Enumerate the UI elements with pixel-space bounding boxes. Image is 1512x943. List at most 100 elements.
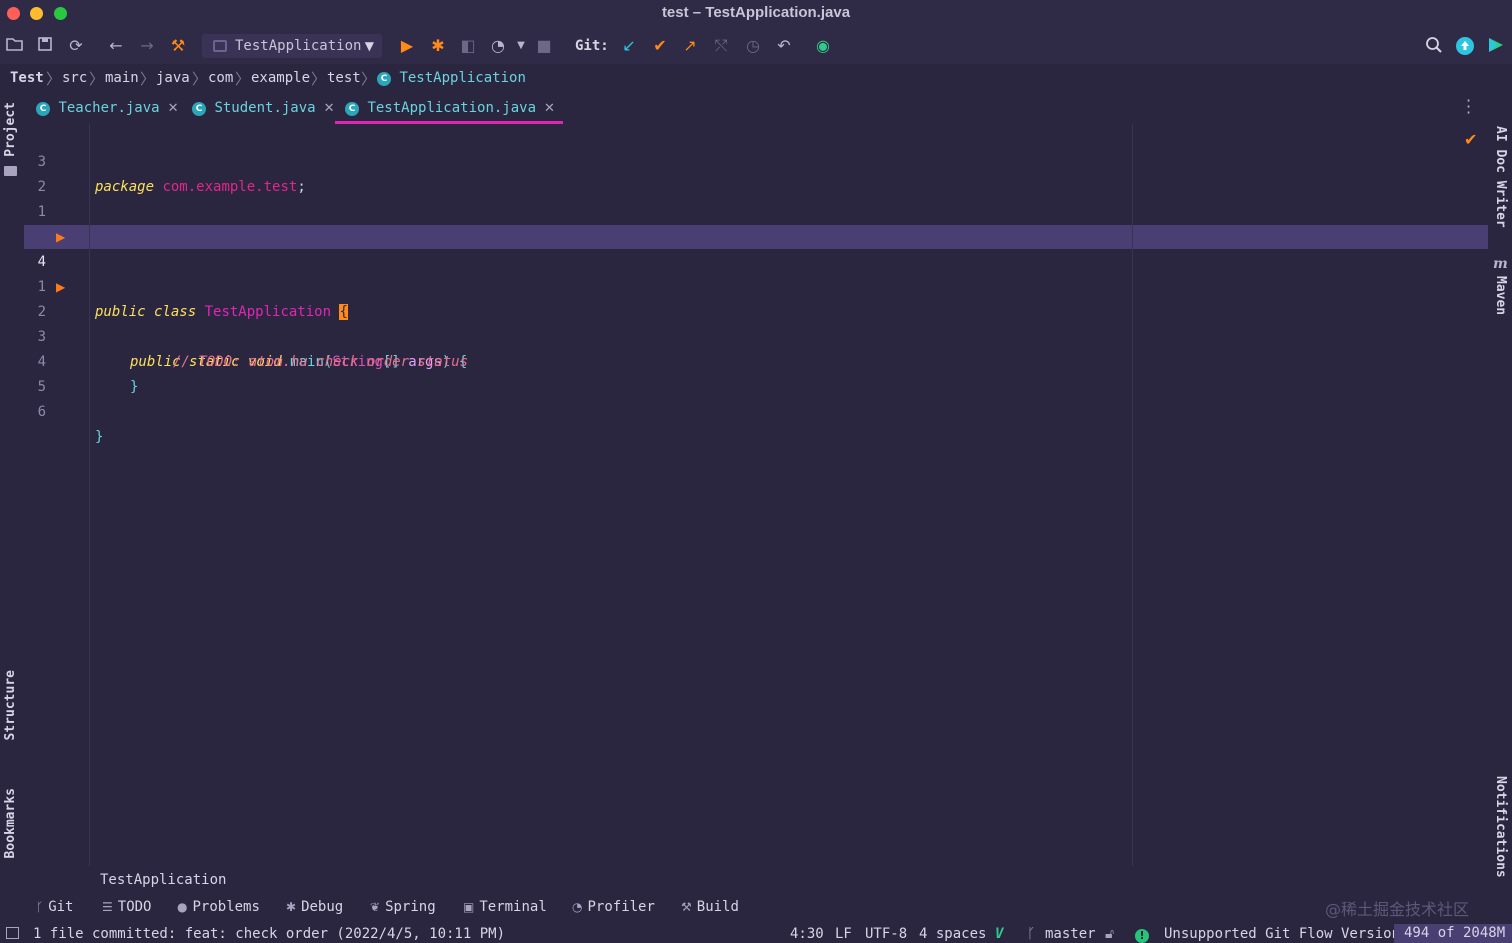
tool-todo[interactable]: ☰ TODO <box>102 899 151 915</box>
more-options-icon[interactable]: · · · <box>1466 93 1471 121</box>
git-commit-icon[interactable]: ✔ <box>650 36 670 56</box>
tab-label: Teacher.java <box>58 100 160 116</box>
breadcrumb-item[interactable]: main <box>105 70 139 86</box>
notifications-panel-button[interactable]: Notifications <box>1493 776 1508 878</box>
breadcrumb: Test 〉 src 〉 main 〉 java 〉 com 〉 example… <box>0 64 1512 92</box>
plugin-icon[interactable]: ◉ <box>813 36 833 56</box>
git-branch[interactable]: master <box>1045 926 1096 942</box>
breadcrumb-item[interactable]: src <box>62 70 87 86</box>
info-icon[interactable]: ! <box>1135 927 1149 943</box>
file-encoding[interactable]: UTF-8 <box>865 926 907 942</box>
code-editor[interactable]: 3 package com.example.test; 2 1 4 ▶ publ… <box>24 124 1488 866</box>
structure-panel-button[interactable]: Structure <box>3 670 18 740</box>
upgrade-icon[interactable] <box>1455 36 1475 56</box>
indent-setting[interactable]: 4 spaces <box>919 926 986 942</box>
tool-label: Problems <box>192 899 260 915</box>
inspection-ok-icon[interactable]: ✔ <box>1464 130 1477 149</box>
line-number: 6 <box>37 404 46 420</box>
close-icon[interactable]: ✕ <box>324 101 335 116</box>
close-icon[interactable]: ✕ <box>544 101 555 116</box>
code-line: 6 } <box>24 375 1488 445</box>
class-icon: C <box>192 102 206 116</box>
tool-label: Build <box>696 899 739 915</box>
run-icon[interactable]: ▶ <box>397 36 417 56</box>
tab-label: TestApplication.java <box>367 100 537 116</box>
project-panel-label: Project <box>3 102 18 157</box>
run-configuration-dropdown[interactable]: TestApplication ▼ <box>202 34 382 58</box>
breadcrumb-current[interactable]: C TestApplication <box>377 70 526 86</box>
tool-window-bar: ᚴ Git ☰ TODO ● Problems ✱ Debug ❦ Spring ▣ Ter… <box>0 896 1512 920</box>
tab-student-java[interactable]: C Student.java ✕ <box>192 92 335 124</box>
left-tool-strip: Project Structure Bookmarks <box>0 92 22 892</box>
code-line: 2 ▶ public static void main(String[] arg… <box>24 275 1488 370</box>
status-message[interactable]: 1 file committed: feat: check order (202… <box>33 926 505 942</box>
maven-panel-label: Maven <box>1493 276 1508 316</box>
window-title: test – TestApplication.java <box>661 4 851 21</box>
structure-panel-label: Structure <box>3 670 18 741</box>
tool-debug[interactable]: ✱ Debug <box>286 899 343 915</box>
code-line: 2 <box>24 150 1488 195</box>
debug-icon[interactable]: ✱ <box>428 36 448 56</box>
hammer-build-icon[interactable]: ⚒ <box>168 36 188 56</box>
panel-toggle-icon[interactable] <box>6 927 19 939</box>
search-icon[interactable] <box>1424 36 1444 56</box>
git-merge-icon[interactable]: ⤲ <box>711 36 731 56</box>
branch-icon: ᚴ <box>1027 926 1036 942</box>
git-update-icon[interactable]: ↙ <box>619 36 639 56</box>
tool-profiler[interactable]: ◔ Profiler <box>572 899 655 915</box>
breadcrumb-item[interactable]: example <box>251 70 310 86</box>
breadcrumb-separator: 〉 <box>235 70 251 88</box>
brace: } <box>95 429 104 445</box>
class-icon: C <box>36 102 50 116</box>
save-icon[interactable] <box>35 36 55 56</box>
git-flow-status[interactable]: Unsupported Git Flow Version <box>1164 926 1400 942</box>
line-separator[interactable]: LF <box>835 926 852 942</box>
forward-arrow-icon[interactable]: → <box>137 36 157 56</box>
tool-git[interactable]: ᚴ Git <box>36 899 74 915</box>
watermark: @稀土掘金技术社区 <box>1325 900 1470 919</box>
chevron-down-icon[interactable]: ▼ <box>511 36 531 56</box>
class-icon: C <box>377 72 391 86</box>
tool-spring[interactable]: ❦ Spring <box>370 899 436 915</box>
breadcrumb-item[interactable]: Test <box>10 70 44 86</box>
breadcrumb-item[interactable]: test <box>327 70 361 86</box>
tool-label: Debug <box>301 899 344 915</box>
code-breadcrumb[interactable]: TestApplication <box>100 872 226 888</box>
tab-teacher-java[interactable]: C Teacher.java ✕ <box>36 92 179 124</box>
chevron-down-icon: ▼ <box>364 39 374 53</box>
sync-icon[interactable]: ⟳ <box>66 36 86 56</box>
profile-icon[interactable]: ◔ <box>488 36 508 56</box>
tab-label: Student.java <box>214 100 316 116</box>
breadcrumb-item[interactable]: com <box>208 70 233 86</box>
close-icon[interactable]: ✕ <box>168 101 179 116</box>
memory-indicator[interactable]: 494 of 2048M <box>1394 924 1512 943</box>
terminal-icon: ▣ <box>463 900 475 914</box>
tab-testapplication-java[interactable]: C TestApplication.java ✕ <box>335 92 563 124</box>
code-line: 5 <box>24 350 1488 395</box>
tool-build[interactable]: ⚒ Build <box>681 899 739 915</box>
git-rollback-icon[interactable]: ↶ <box>774 36 794 56</box>
folder-open-icon[interactable] <box>5 36 25 56</box>
maven-panel-button[interactable]: Maven <box>1493 276 1508 315</box>
project-panel-button[interactable]: Project <box>3 102 18 157</box>
breadcrumb-item[interactable]: java <box>156 70 190 86</box>
spring-leaf-icon: ❦ <box>370 900 381 914</box>
back-arrow-icon[interactable]: ← <box>106 36 126 56</box>
tool-label: TODO <box>117 899 152 915</box>
cursor-position[interactable]: 4:30 <box>790 926 824 942</box>
run-gutter-icon[interactable]: ▶ <box>56 225 65 250</box>
run-config-label: TestApplication <box>235 38 362 54</box>
run-gutter-icon[interactable]: ▶ <box>56 275 65 300</box>
ai-doc-writer-panel-button[interactable]: AI Doc Writer <box>1493 126 1508 228</box>
jetbrains-toolbox-icon[interactable] <box>1486 36 1506 56</box>
vue-icon[interactable]: V <box>995 926 1003 942</box>
stop-icon[interactable]: ■ <box>534 36 554 56</box>
coverage-icon[interactable]: ◧ <box>458 36 478 56</box>
tool-problems[interactable]: ● Problems <box>177 899 260 915</box>
lock-icon[interactable]: 🔓︎ <box>1105 926 1114 942</box>
bookmarks-panel-button[interactable]: Bookmarks <box>3 788 18 858</box>
git-history-icon[interactable]: ◷ <box>743 36 763 56</box>
tool-terminal[interactable]: ▣ Terminal <box>463 899 547 915</box>
git-push-icon[interactable]: ↗ <box>680 36 700 56</box>
tool-label: Profiler <box>587 899 655 915</box>
